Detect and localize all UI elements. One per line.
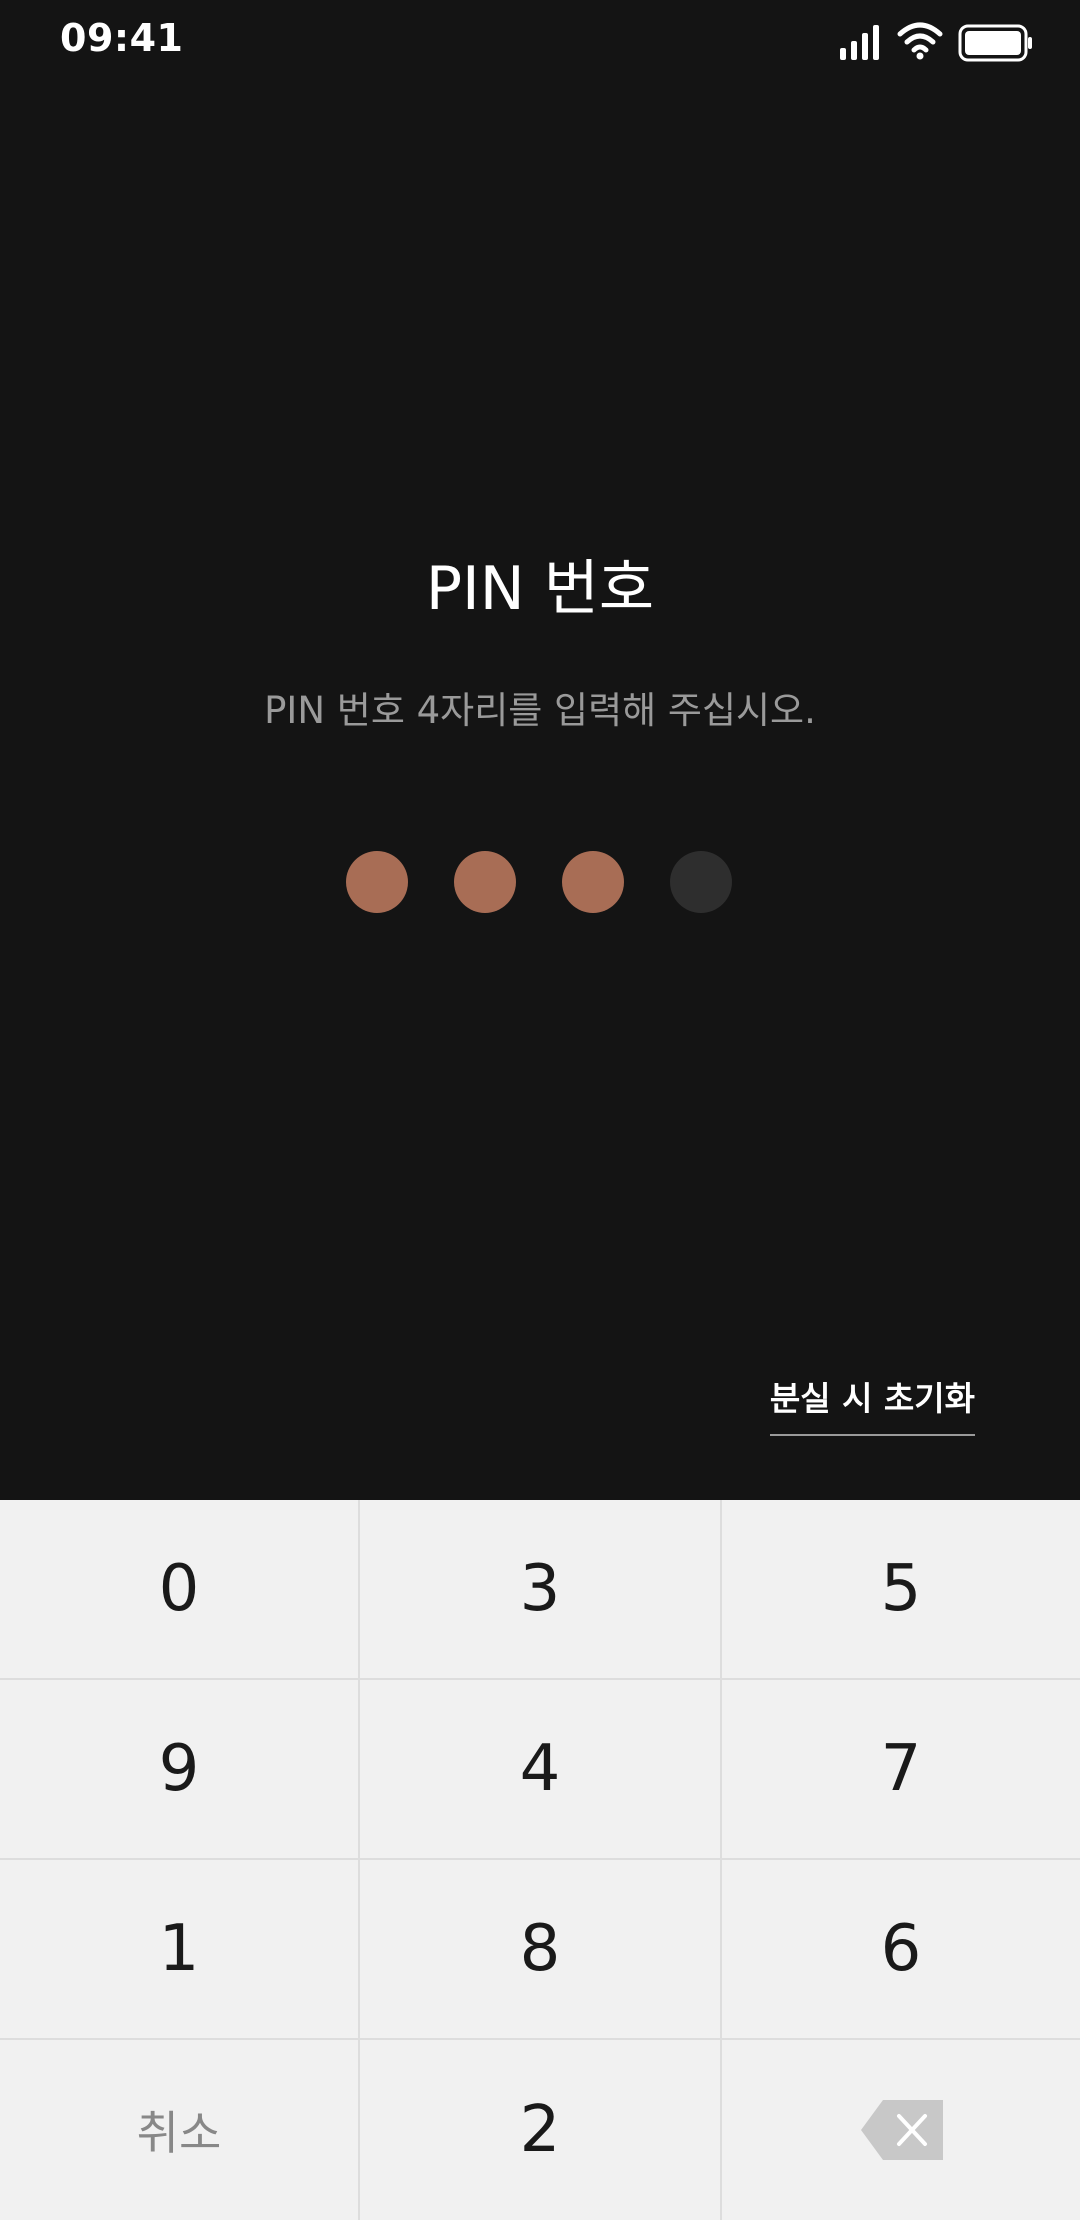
key-7[interactable]: 7 [722,1680,1080,1858]
key-3[interactable]: 3 [360,1500,720,1678]
pin-dot [454,851,516,913]
pin-dot [562,851,624,913]
battery-icon [958,24,1032,62]
signal-icon [840,25,879,60]
key-9[interactable]: 9 [0,1680,358,1858]
key-4[interactable]: 4 [360,1680,720,1858]
key-2[interactable]: 2 [360,2040,720,2220]
number-keypad: 0 3 5 9 4 7 1 8 6 취소 2 [0,1500,1080,2220]
key-1[interactable]: 1 [0,1860,358,2038]
pin-instructions: PIN 번호 4자리를 입력해 주십시오. [264,689,816,732]
backspace-icon [861,2100,943,2160]
backspace-button[interactable] [722,2040,1080,2220]
pin-indicator [346,851,732,913]
page-title: PIN 번호 [425,554,655,624]
key-0[interactable]: 0 [0,1500,358,1678]
key-5[interactable]: 5 [722,1500,1080,1678]
key-6[interactable]: 6 [722,1860,1080,2038]
key-8[interactable]: 8 [360,1860,720,2038]
cancel-button[interactable]: 취소 [0,2040,358,2220]
pin-dot [346,851,408,913]
status-time: 09:41 [60,16,184,60]
pin-entry-screen: 09:41 PIN 번호 PIN 번호 4자리를 입력해 주십시오. 분실 시 … [0,0,1080,2220]
wifi-icon [897,22,943,60]
pin-dot [670,851,732,913]
status-bar: 09:41 [0,0,1080,80]
reset-pin-link[interactable]: 분실 시 초기화 [769,1372,975,1436]
